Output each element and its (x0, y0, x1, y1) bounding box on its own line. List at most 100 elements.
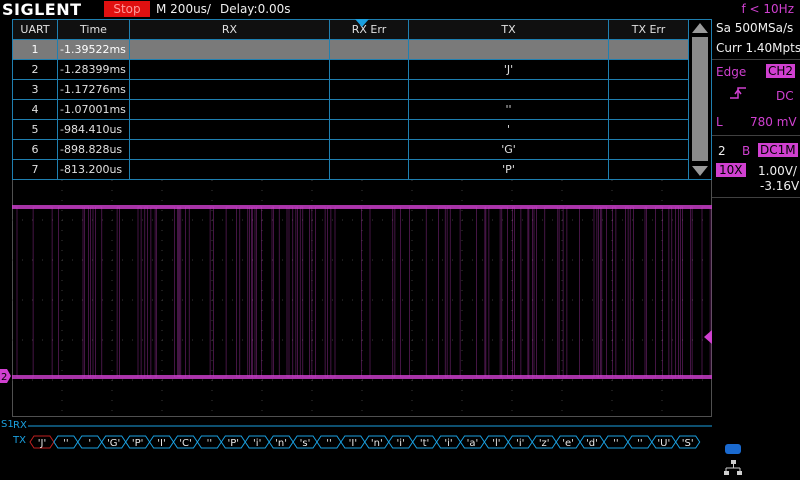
right-info-panel: Sa 500MSa/s Curr 1.40Mpts Edge CH2 DC L … (712, 19, 800, 480)
trigger-type[interactable]: Edge (716, 65, 746, 79)
bus-slot-label: S1 (1, 419, 14, 430)
tx-line-label: TX (13, 435, 26, 446)
rising-edge-icon (730, 87, 746, 99)
cell-rx (129, 79, 330, 100)
memory-depth-readout: Curr 1.40Mpts (716, 41, 800, 55)
table-row[interactable]: 5 -984.410us ' (12, 119, 689, 140)
cell-tx: 'G' (408, 139, 609, 160)
cell-rx (129, 99, 330, 120)
tx-frame-label: 's' (300, 438, 311, 449)
ch2-ground-marker-icon[interactable]: 2 (0, 369, 12, 383)
cell-time: -813.200us (57, 159, 130, 180)
tx-frame-label: 'e' (562, 438, 574, 449)
tx-frame-label: 'a' (467, 438, 479, 449)
usb-icon (725, 444, 741, 454)
table-row[interactable]: 2 -1.28399ms 'J' (12, 59, 689, 80)
cell-tx: 'J' (408, 59, 609, 80)
tx-bus-line: 'J' '' ' 'G' 'P' 'I' 'C' '' 'P''i''n''s' '' 'I''n'… (29, 435, 701, 449)
cell-tx: 'P' (408, 159, 609, 180)
waveform-low-level (12, 375, 712, 379)
timebase-readout[interactable]: M 200us/ (156, 2, 211, 16)
col-header-tx: TX (408, 19, 609, 40)
trigger-level-marker-icon (704, 330, 712, 344)
cell-index: 7 (12, 159, 58, 180)
table-row[interactable]: 3 -1.17276ms (12, 79, 689, 100)
cell-rx-err (329, 139, 409, 160)
cell-tx (408, 39, 609, 60)
table-row[interactable]: 6 -898.828us 'G' (12, 139, 689, 160)
cell-rx (129, 159, 330, 180)
sample-rate-readout: Sa 500MSa/s (716, 21, 794, 35)
tx-frame-label: 'J' (38, 438, 46, 449)
table-row[interactable]: 1 -1.39522ms (12, 39, 689, 60)
cell-rx (129, 59, 330, 80)
tx-frame-label: 'I' (349, 438, 357, 449)
divider (712, 135, 800, 136)
tx-frame-label: '' (613, 438, 619, 449)
tx-frame-label: '' (637, 438, 643, 449)
scroll-up-arrow-icon[interactable] (692, 23, 708, 33)
cell-rx-err (329, 39, 409, 60)
tx-frame-label: 'I' (157, 438, 165, 449)
channel-coupling[interactable]: DC1M (758, 143, 798, 157)
tx-frame-label: 'i' (397, 438, 405, 449)
cell-rx (129, 139, 330, 160)
table-scrollbar[interactable] (688, 19, 712, 180)
tx-frame-label: 'i' (516, 438, 524, 449)
tx-frame-label: 'z' (539, 438, 550, 449)
cell-tx: ' (408, 119, 609, 140)
tx-frame-label: ' (88, 438, 91, 449)
cell-time: -1.39522ms (57, 39, 130, 60)
tx-frame-label: '' (63, 438, 69, 449)
cell-tx-err (608, 139, 689, 160)
divider (712, 197, 800, 198)
trigger-frequency-readout: f < 10Hz (741, 2, 795, 16)
cell-rx (129, 119, 330, 140)
tx-frame-label: 'P' (228, 438, 240, 449)
cell-index: 3 (12, 79, 58, 100)
probe-attenuation[interactable]: 10X (716, 163, 746, 177)
cell-index: 2 (12, 59, 58, 80)
trigger-source[interactable]: CH2 (766, 64, 796, 78)
tx-frame-label: 'l' (492, 438, 500, 449)
table-header-row: UART Time RX RX Err TX TX Err (12, 19, 689, 40)
cell-rx-err (329, 159, 409, 180)
col-header-rx: RX (129, 19, 330, 40)
delay-readout[interactable]: Delay:0.00s (220, 2, 291, 16)
trigger-coupling[interactable]: DC (776, 89, 794, 103)
table-row[interactable]: 7 -813.200us 'P' (12, 159, 689, 180)
cell-rx-err (329, 59, 409, 80)
trigger-position-marker-icon[interactable] (355, 19, 369, 27)
tx-frame-label: 'C' (179, 438, 191, 449)
cell-time: -898.828us (57, 139, 130, 160)
uart-bus-decode[interactable]: 'J' '' ' 'G' 'P' 'I' 'C' '' 'P''i''n''s' '' 'I''n'… (28, 418, 712, 450)
network-icon (724, 460, 742, 475)
run-stop-status[interactable]: Stop (104, 1, 150, 17)
trigger-level[interactable]: 780 mV (750, 115, 797, 129)
ch2-waveform (12, 180, 712, 417)
svg-text:2: 2 (1, 372, 7, 383)
scroll-down-arrow-icon[interactable] (692, 166, 708, 176)
table-row[interactable]: 4 -1.07001ms '' (12, 99, 689, 120)
rx-line-label: RX (13, 420, 27, 431)
tx-frame-label: 'i' (253, 438, 261, 449)
tx-frame-label: 'P' (132, 438, 144, 449)
channel-number: 2 (718, 144, 726, 158)
trigger-level-label: L (716, 115, 723, 129)
cell-index: 5 (12, 119, 58, 140)
cell-tx-err (608, 79, 689, 100)
cell-tx-err (608, 39, 689, 60)
waveform-trace (12, 205, 712, 379)
uart-decode-table[interactable]: UART Time RX RX Err TX TX Err 1 -1.39522… (12, 19, 689, 180)
cell-tx: '' (408, 99, 609, 120)
tx-frame-label: '' (326, 438, 332, 449)
col-header-rx-err: RX Err (329, 19, 409, 40)
cell-tx-err (608, 99, 689, 120)
tx-frame-label: 'G' (107, 438, 120, 449)
tx-frame-label: 'd' (586, 438, 598, 449)
vertical-offset[interactable]: -3.16V (760, 179, 799, 193)
brand-logo: SIGLENT (2, 0, 82, 19)
scroll-thumb[interactable] (692, 37, 708, 161)
cell-rx-err (329, 79, 409, 100)
vertical-scale[interactable]: 1.00V/ (758, 164, 797, 178)
